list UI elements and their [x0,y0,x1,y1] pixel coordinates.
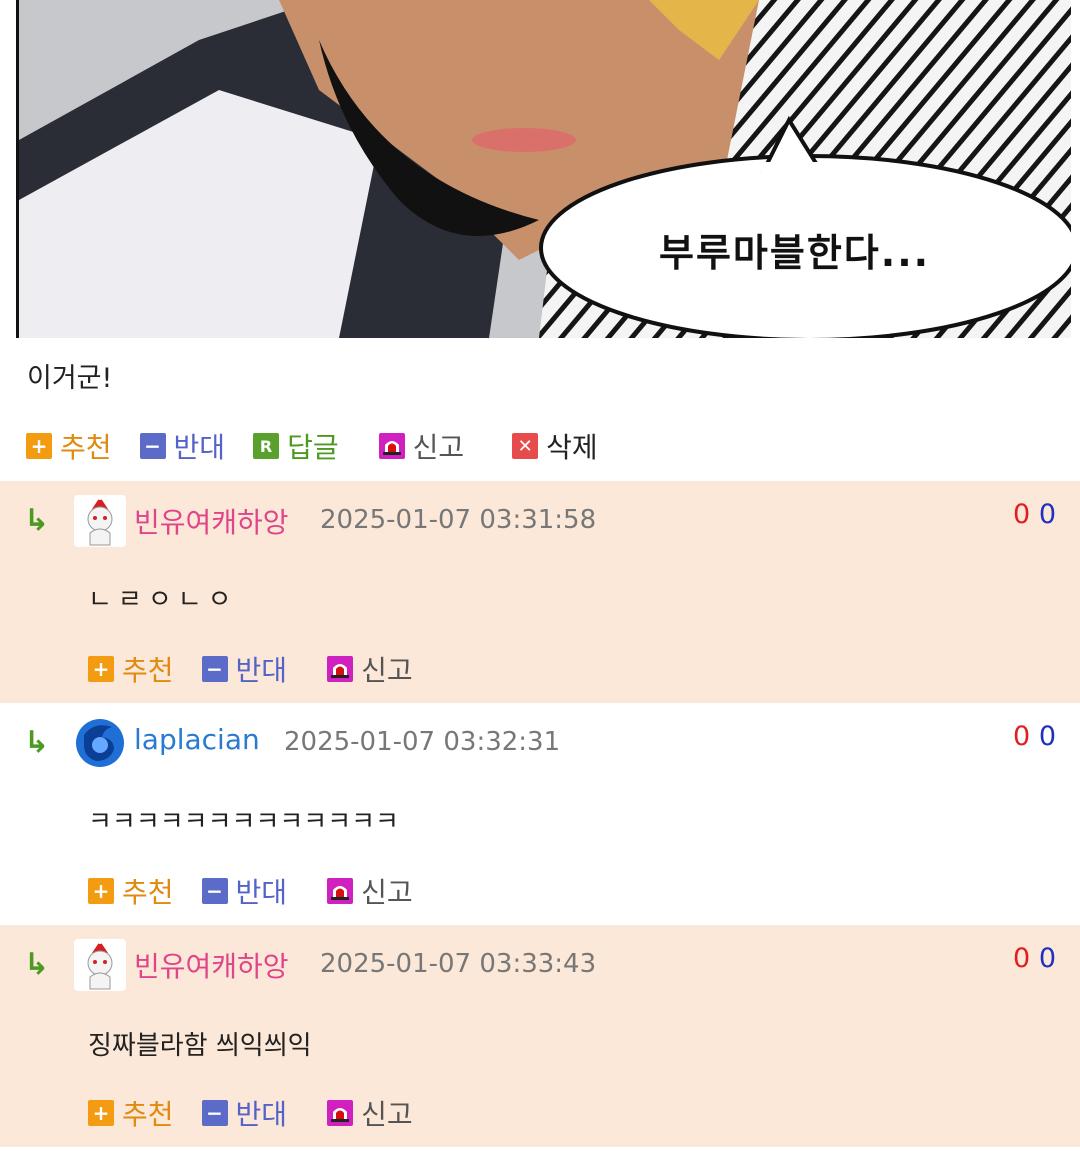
post-action-bar: + 추천 − 반대 R 답글 신고 ✕ 삭제 [26,426,626,466]
plus-icon: + [88,1100,114,1126]
report-button[interactable]: 신고 [378,426,465,466]
comment-item: ↳ 빈유여캐하앙 2025-01-07 03:31:58 0 0 ㄴㄹㅇㄴㅇ +… [0,481,1080,703]
recommend-label: 추천 [60,431,112,464]
comment-item: ↳ laplacian 2025-01-07 03:32:31 0 0 ㅋㅋㅋㅋ… [0,703,1080,925]
plus-icon: + [88,878,114,904]
recommend-label: 추천 [122,1098,174,1131]
siren-icon [327,1100,354,1126]
minus-icon: − [201,878,228,904]
comment-action-bar: + 추천 − 반대 신고 [88,1093,441,1133]
downvote-count: 0 [1038,721,1056,752]
recommend-button[interactable]: + 추천 [88,649,174,689]
upvote-count: 0 [1013,943,1031,974]
minus-icon: − [201,1100,228,1126]
comic-image: 부루마블한다... [16,0,1071,338]
recommend-button[interactable]: + 추천 [88,1093,174,1133]
delete-button[interactable]: ✕ 삭제 [512,426,598,466]
avatar[interactable] [74,939,126,991]
report-label: 신고 [361,654,413,687]
report-button[interactable]: 신고 [327,871,413,911]
oppose-label: 반대 [235,876,288,909]
post-body-text: 이거군! [27,363,113,394]
recommend-label: 추천 [122,654,174,687]
comment-timestamp: 2025-01-07 03:33:43 [320,949,597,979]
avatar[interactable] [74,717,126,769]
report-button[interactable]: 신고 [327,649,413,689]
reply-arrow-icon: ↳ [24,503,50,538]
reply-button[interactable]: R 답글 [253,426,339,466]
comment-username[interactable]: laplacian [134,723,260,756]
vote-count: 0 0 [1013,499,1056,530]
close-icon: ✕ [512,433,539,459]
comment-username[interactable]: 빈유여캐하앙 [134,945,289,985]
comment-timestamp: 2025-01-07 03:31:58 [320,505,597,535]
comment-username[interactable]: 빈유여캐하앙 [134,501,289,541]
comment-body: 징짜블라함 씌익씌익 [88,1031,312,1061]
upvote-count: 0 [1013,499,1031,530]
oppose-button[interactable]: − 반대 [201,649,288,689]
minus-icon: − [201,656,228,682]
report-label: 신고 [412,431,465,464]
siren-icon [327,878,354,904]
upvote-count: 0 [1013,721,1031,752]
comment-body: ㄴㄹㅇㄴㅇ [88,585,238,615]
minus-icon: − [139,433,166,459]
oppose-label: 반대 [235,1098,288,1131]
report-button[interactable]: 신고 [327,1093,413,1133]
report-label: 신고 [361,876,413,909]
comment-item: ↳ 빈유여캐하앙 2025-01-07 03:33:43 0 0 징짜블라함 씌… [0,925,1080,1147]
downvote-count: 0 [1038,943,1056,974]
report-label: 신고 [361,1098,413,1131]
downvote-count: 0 [1038,499,1056,530]
siren-icon [378,433,405,459]
reply-label: 답글 [287,431,339,464]
comment-action-bar: + 추천 − 반대 신고 [88,649,441,689]
plus-icon: + [26,433,52,459]
comment-body: ㅋㅋㅋㅋㅋㅋㅋㅋㅋㅋㅋㅋㅋ [88,807,399,837]
siren-icon [327,656,354,682]
vote-count: 0 0 [1013,721,1056,752]
recommend-button[interactable]: + 추천 [26,426,112,466]
speech-bubble-text: 부루마블한다... [659,231,931,275]
avatar[interactable] [74,495,126,547]
reply-arrow-icon: ↳ [24,947,50,982]
oppose-label: 반대 [235,654,288,687]
plus-icon: + [88,656,114,682]
comment-timestamp: 2025-01-07 03:32:31 [284,727,561,757]
comment-action-bar: + 추천 − 반대 신고 [88,871,441,911]
oppose-label: 반대 [173,431,226,464]
recommend-label: 추천 [122,876,174,909]
oppose-button[interactable]: − 반대 [201,1093,288,1133]
oppose-button[interactable]: − 반대 [139,426,226,466]
oppose-button[interactable]: − 반대 [201,871,288,911]
recommend-button[interactable]: + 추천 [88,871,174,911]
vote-count: 0 0 [1013,943,1056,974]
delete-label: 삭제 [546,431,598,464]
reply-icon: R [253,433,280,459]
reply-arrow-icon: ↳ [24,725,50,760]
